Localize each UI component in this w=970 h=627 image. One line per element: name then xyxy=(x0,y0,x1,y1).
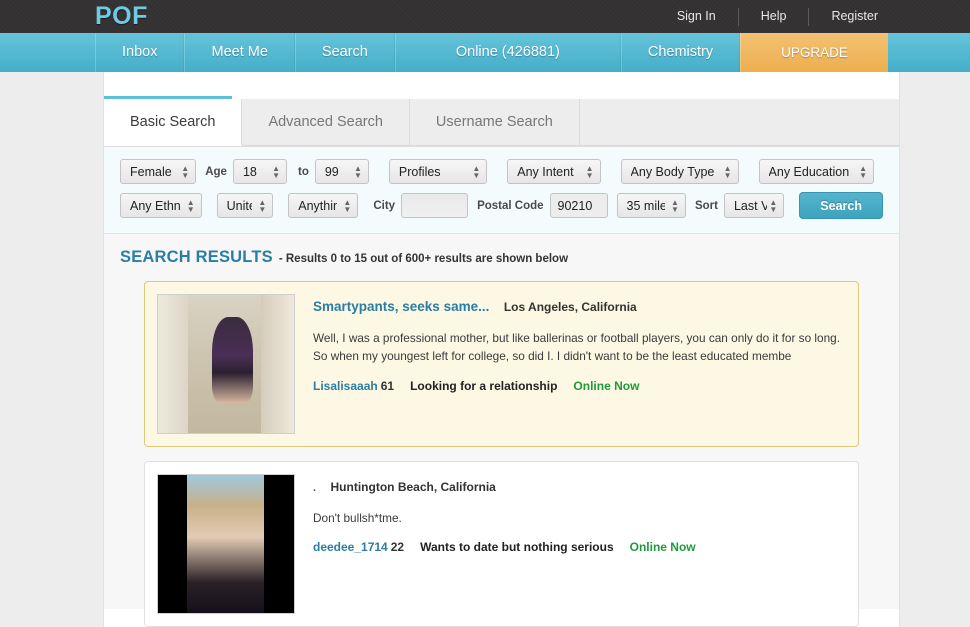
age-to-label: to xyxy=(297,165,309,178)
profile-meta-row: deedee_1714 22 Wants to date but nothing s… xyxy=(313,540,846,554)
distance-select[interactable]: 35 miles ▲▼ xyxy=(616,193,686,218)
profile-intent: Looking for a relationship xyxy=(410,378,558,393)
education-select[interactable]: Any Education ▲ ▼ xyxy=(758,159,874,184)
age-label: Age xyxy=(205,165,227,178)
result-card[interactable]: . Huntington Beach, California Don't bul… xyxy=(144,461,859,627)
chevron-updown-icon: ▲ ▼ xyxy=(585,163,594,180)
chevron-updown-icon: ▲ ▼ xyxy=(181,163,190,180)
results-header: SEARCH RESULTS - Results 0 to 15 out of … xyxy=(104,248,899,267)
results-title: SEARCH RESULTS xyxy=(120,248,273,266)
pof-logo[interactable]: POF xyxy=(95,4,148,29)
profile-username-link[interactable]: deedee_1714 xyxy=(313,540,388,554)
sign-in-link[interactable]: Sign In xyxy=(655,0,738,33)
nav-item-upgrade[interactable]: UPGRADE xyxy=(740,33,888,72)
filter-row-2: Any Ethnicity ▲▼ United St.. ▲▼ Anything… xyxy=(120,192,883,219)
result-headline-row: Smartypants, seeks same... Los Angeles, … xyxy=(313,298,846,316)
intent-select[interactable]: Any Intent ▲ ▼ xyxy=(507,159,601,184)
chevron-updown-icon: ▲ ▼ xyxy=(258,197,267,214)
chevron-updown-icon: ▲ ▼ xyxy=(272,163,280,180)
age-min-select[interactable]: 18 ▲ ▼ xyxy=(232,159,287,184)
body-type-select[interactable]: Any Body Type ▲ ▼ xyxy=(620,159,739,184)
profile-intent: Wants to date but nothing serious xyxy=(420,540,614,555)
gender-select[interactable]: Female ▲ ▼ xyxy=(120,159,197,184)
profiles-select[interactable]: Profiles ▲ ▼ xyxy=(388,159,488,184)
sort-select[interactable]: Last Visit ▲▼ xyxy=(723,193,785,218)
search-results-section: SEARCH RESULTS - Results 0 to 15 out of … xyxy=(104,234,899,627)
profile-photo-subject xyxy=(212,317,254,403)
profile-location: Huntington Beach, California xyxy=(330,480,496,494)
tab-spacer xyxy=(104,72,899,96)
tab-basic-search[interactable]: Basic Search xyxy=(104,99,243,146)
search-button[interactable]: Search xyxy=(799,192,883,219)
profile-headline-link[interactable]: Smartypants, seeks same... xyxy=(313,299,489,314)
profile-online-status: Online Now xyxy=(629,540,696,555)
age-max-select[interactable]: 99 ▲ ▼ xyxy=(314,159,369,184)
result-headline-row: . Huntington Beach, California xyxy=(313,478,846,496)
profile-age: 61 xyxy=(380,378,395,393)
nav-item-inbox[interactable]: Inbox xyxy=(95,33,185,72)
region-select[interactable]: Anything ▲▼ xyxy=(288,193,359,218)
profile-photo-subject xyxy=(186,475,265,613)
postal-code-label: Postal Code xyxy=(477,199,544,212)
main-navigation: Inbox Meet Me Search Online (426881) Che… xyxy=(95,33,888,72)
result-card-body: . Huntington Beach, California Don't bul… xyxy=(295,474,846,614)
profile-online-status: Online Now xyxy=(573,378,640,393)
profile-meta-row: Lisalisaaah 61 Looking for a relationship O… xyxy=(313,379,846,393)
chevron-updown-icon: ▲ ▼ xyxy=(186,197,195,214)
chevron-updown-icon: ▲ ▼ xyxy=(353,163,362,180)
register-link[interactable]: Register xyxy=(809,0,900,33)
profile-headline-link[interactable]: . xyxy=(313,482,316,494)
profile-age: 22 xyxy=(390,540,405,555)
profile-blurb: Well, I was a professional mother, but l… xyxy=(313,331,840,364)
nav-item-online[interactable]: Online (426881) xyxy=(394,33,621,72)
city-label: City xyxy=(373,199,396,212)
profile-photo[interactable] xyxy=(157,474,295,614)
ethnicity-select[interactable]: Any Ethnicity ▲▼ xyxy=(120,193,202,218)
result-card-body: Smartypants, seeks same... Los Angeles, … xyxy=(295,294,846,434)
profile-photo[interactable] xyxy=(157,294,295,434)
search-tabs: Basic Search Advanced Search Username Se… xyxy=(104,99,899,147)
city-input[interactable] xyxy=(401,193,469,218)
search-filters-panel: Female ▲ ▼ Age 18 ▲ ▼ to 99 ▲ ▼ Profiles ▲ ▼… xyxy=(104,147,899,234)
results-summary: - Results 0 to 15 out of 600+ results ar… xyxy=(278,253,569,265)
result-card[interactable]: Smartypants, seeks same... Los Angeles, … xyxy=(144,281,859,447)
nav-item-search[interactable]: Search xyxy=(294,33,395,72)
top-header-bar: POF Sign In Help Register xyxy=(0,0,970,33)
chevron-updown-icon: ▲ ▼ xyxy=(769,197,778,214)
tab-username-search[interactable]: Username Search xyxy=(409,99,580,146)
profile-blurb: Don't bullsh*tme. xyxy=(313,511,402,525)
nav-item-meet-me[interactable]: Meet Me xyxy=(184,33,295,72)
nav-item-chemistry[interactable]: Chemistry xyxy=(620,33,741,72)
page-content: Basic Search Advanced Search Username Se… xyxy=(103,72,900,627)
country-select[interactable]: United St.. ▲▼ xyxy=(216,193,274,218)
postal-code-input[interactable] xyxy=(549,193,608,218)
sort-label: Sort xyxy=(694,199,718,212)
chevron-updown-icon: ▲ ▼ xyxy=(723,163,732,180)
profile-username-link[interactable]: Lisalisaaah xyxy=(313,379,378,393)
chevron-updown-icon: ▲ ▼ xyxy=(859,163,867,180)
chevron-updown-icon: ▲ ▼ xyxy=(472,163,481,180)
header-links: Sign In Help Register xyxy=(655,0,900,33)
filter-row-1: Female ▲ ▼ Age 18 ▲ ▼ to 99 ▲ ▼ Profiles ▲ ▼… xyxy=(120,159,883,184)
main-navigation-bar: Inbox Meet Me Search Online (426881) Che… xyxy=(0,33,970,72)
help-link[interactable]: Help xyxy=(739,0,809,33)
tab-advanced-search[interactable]: Advanced Search xyxy=(242,99,410,146)
profile-location: Los Angeles, California xyxy=(503,300,637,314)
chevron-updown-icon: ▲ ▼ xyxy=(671,197,679,214)
chevron-updown-icon: ▲ ▼ xyxy=(343,197,352,214)
tab-bar-filler xyxy=(579,99,899,146)
